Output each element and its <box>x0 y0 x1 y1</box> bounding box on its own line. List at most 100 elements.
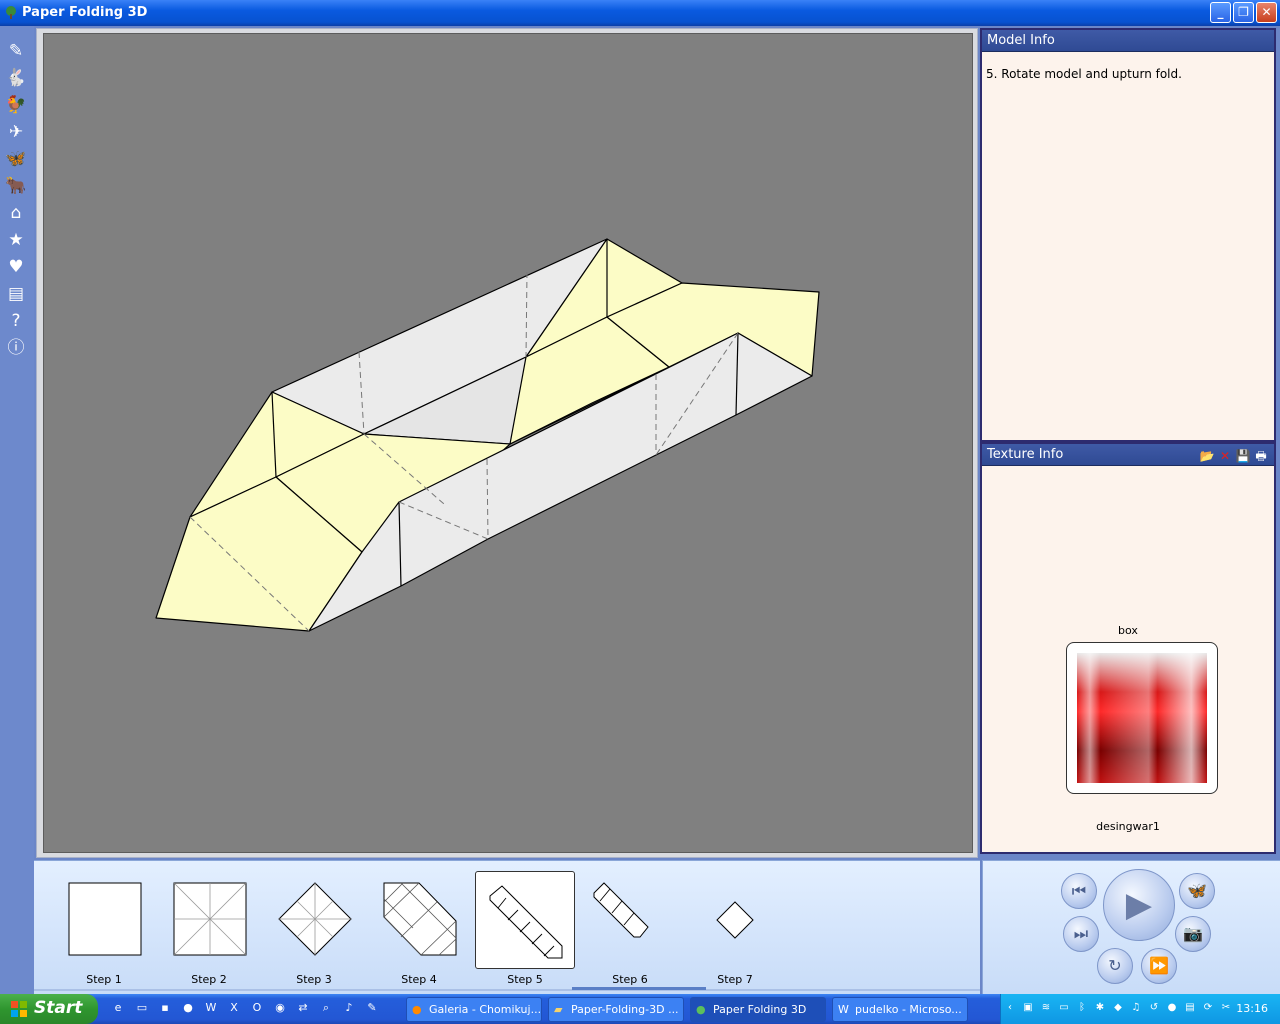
close-button[interactable]: ✕ <box>1256 2 1277 23</box>
step-label: Step 5 <box>507 973 543 986</box>
heart-icon[interactable]: ♥ <box>5 256 27 278</box>
texture-thumbnail[interactable] <box>1066 642 1218 794</box>
word-icon[interactable]: W <box>203 1001 219 1017</box>
tray-wifi-icon[interactable]: ≋ <box>1039 1002 1053 1016</box>
step-7[interactable]: Step 7 <box>685 871 785 986</box>
tray-security-icon[interactable]: ◆ <box>1111 1002 1125 1016</box>
network-icon[interactable]: ⇄ <box>295 1001 311 1017</box>
texture-caption: desingwar1 <box>1096 820 1160 833</box>
outlook-icon[interactable]: O <box>249 1001 265 1017</box>
model-viewport <box>36 28 978 858</box>
butterfly-button[interactable]: 🦋 <box>1179 873 1215 909</box>
step-label: Step 2 <box>191 973 227 986</box>
pen-tool-icon[interactable]: ✎ <box>5 40 27 62</box>
task-label: Galeria - Chomikuj... <box>429 1003 542 1016</box>
model-info-title: Model Info <box>982 30 1274 52</box>
open-folder-icon[interactable]: 📂 <box>1198 449 1216 463</box>
texture-name: box <box>1118 624 1138 637</box>
minimize-button[interactable]: _ <box>1210 2 1231 23</box>
step-3[interactable]: Step 3 <box>264 871 364 986</box>
step-5[interactable]: Step 5 <box>475 871 575 986</box>
step-2[interactable]: Step 2 <box>159 871 259 986</box>
bird-icon[interactable]: 🐓 <box>5 94 27 116</box>
rotate-button[interactable]: ↻ <box>1097 948 1133 984</box>
firefox-icon[interactable]: ● <box>180 1001 196 1017</box>
tray-green-icon[interactable]: ● <box>1165 1002 1179 1016</box>
search-icon[interactable]: ⌕ <box>318 1001 334 1017</box>
rabbit-icon[interactable]: 🐇 <box>5 67 27 89</box>
step-6[interactable]: Step 6 <box>580 871 680 986</box>
task-label: Paper Folding 3D <box>713 1003 807 1016</box>
sound-icon[interactable]: ♪ <box>341 1001 357 1017</box>
print-icon[interactable]: 🖶 <box>1252 447 1270 468</box>
bull-icon[interactable]: 🐂 <box>5 175 27 197</box>
ie-icon[interactable]: e <box>110 1001 126 1017</box>
step-thumbnail <box>685 871 785 969</box>
save-icon[interactable]: ▪ <box>157 1001 173 1017</box>
tray-display-icon[interactable]: ▭ <box>1057 1002 1071 1016</box>
tray-sync-icon[interactable]: ⟳ <box>1201 1002 1215 1016</box>
excel-icon[interactable]: X <box>226 1001 242 1017</box>
tray-volume-icon[interactable]: ♫ <box>1129 1002 1143 1016</box>
tray-tool-icon[interactable]: ✂ <box>1219 1002 1233 1016</box>
star-icon[interactable]: ★ <box>5 229 27 251</box>
house-icon[interactable]: ⌂ <box>5 202 27 224</box>
word-icon: W <box>838 1003 849 1016</box>
camera-button[interactable]: 📷 <box>1175 916 1211 952</box>
paint-icon[interactable]: ✎ <box>364 1001 380 1017</box>
task-word[interactable]: W pudelko - Microso... <box>832 997 968 1022</box>
step-label: Step 3 <box>296 973 332 986</box>
firefox-icon: ● <box>412 1003 422 1016</box>
delete-icon[interactable]: ✕ <box>1216 449 1234 463</box>
tray-expand-icon[interactable]: ‹ <box>1003 1002 1017 1016</box>
step-label: Step 4 <box>401 973 437 986</box>
windows-logo-icon <box>11 1001 27 1017</box>
step-4[interactable]: Step 4 <box>369 871 469 986</box>
paper-model[interactable] <box>44 34 974 854</box>
step-scroll-track[interactable] <box>34 989 980 991</box>
task-paper-folding[interactable]: ● Paper Folding 3D <box>690 997 826 1022</box>
start-label: Start <box>34 998 83 1018</box>
step-label: Step 7 <box>717 973 753 986</box>
info-icon[interactable]: ⓘ <box>5 337 27 359</box>
texture-info-header: Texture Info 📂 ✕ 💾 🖶 <box>982 444 1274 466</box>
butterfly-icon[interactable]: 🦋 <box>5 148 27 170</box>
step-1[interactable]: Step 1 <box>54 871 154 986</box>
taskbar: Start e ▭ ▪ ● W X O ◉ ⇄ ⌕ ♪ ✎ ● Galeria … <box>0 994 1280 1024</box>
folder-icon: ▰ <box>554 1003 563 1016</box>
task-folder[interactable]: ▰ Paper-Folding-3D ... <box>548 997 684 1022</box>
play-button[interactable]: ▶ <box>1103 869 1175 941</box>
3d-canvas[interactable] <box>43 33 973 853</box>
card-icon[interactable]: ▤ <box>5 283 27 305</box>
save-icon[interactable]: 💾 <box>1234 449 1252 463</box>
model-info-text: 5. Rotate model and upturn fold. <box>986 67 1182 81</box>
step-bar: Step 1 Step 2 Step 3 Step 4 Step 5 Step … <box>34 860 980 994</box>
step-scroll-thumb[interactable] <box>572 987 706 990</box>
step-thumbnail <box>54 871 154 969</box>
help-icon[interactable]: ? <box>5 310 27 332</box>
step-label: Step 6 <box>612 973 648 986</box>
step-thumbnail <box>475 871 575 969</box>
media-icon[interactable]: ◉ <box>272 1001 288 1017</box>
step-thumbnail <box>580 871 680 969</box>
step-thumbnail <box>369 871 469 969</box>
fast-forward-button[interactable]: ⏩ <box>1141 948 1177 984</box>
tray-bluetooth-icon[interactable]: ᛒ <box>1075 1002 1089 1016</box>
tray-update-icon[interactable]: ↺ <box>1147 1002 1161 1016</box>
clock: 13:16 <box>1236 1002 1268 1015</box>
texture-info-title: Texture Info <box>987 447 1064 462</box>
step-thumbnail <box>159 871 259 969</box>
tray-antivirus-icon[interactable]: ✱ <box>1093 1002 1107 1016</box>
system-tray: ‹ ▣ ≋ ▭ ᛒ ✱ ◆ ♫ ↺ ● ▤ ⟳ ✂ 13:16 <box>1000 994 1280 1024</box>
tray-printer-icon[interactable]: ▤ <box>1183 1002 1197 1016</box>
task-label: Paper-Folding-3D ... <box>571 1003 679 1016</box>
desktop-icon[interactable]: ▭ <box>134 1001 150 1017</box>
last-step-button[interactable]: ⏭ <box>1063 916 1099 952</box>
tray-network-icon[interactable]: ▣ <box>1021 1002 1035 1016</box>
plane-icon[interactable]: ✈ <box>5 121 27 143</box>
model-info-panel: Model Info 5. Rotate model and upturn fo… <box>980 28 1276 442</box>
task-galeria[interactable]: ● Galeria - Chomikuj... <box>406 997 542 1022</box>
restore-button[interactable]: ❐ <box>1233 2 1254 23</box>
first-step-button[interactable]: ⏮ <box>1061 873 1097 909</box>
start-button[interactable]: Start <box>0 994 98 1024</box>
